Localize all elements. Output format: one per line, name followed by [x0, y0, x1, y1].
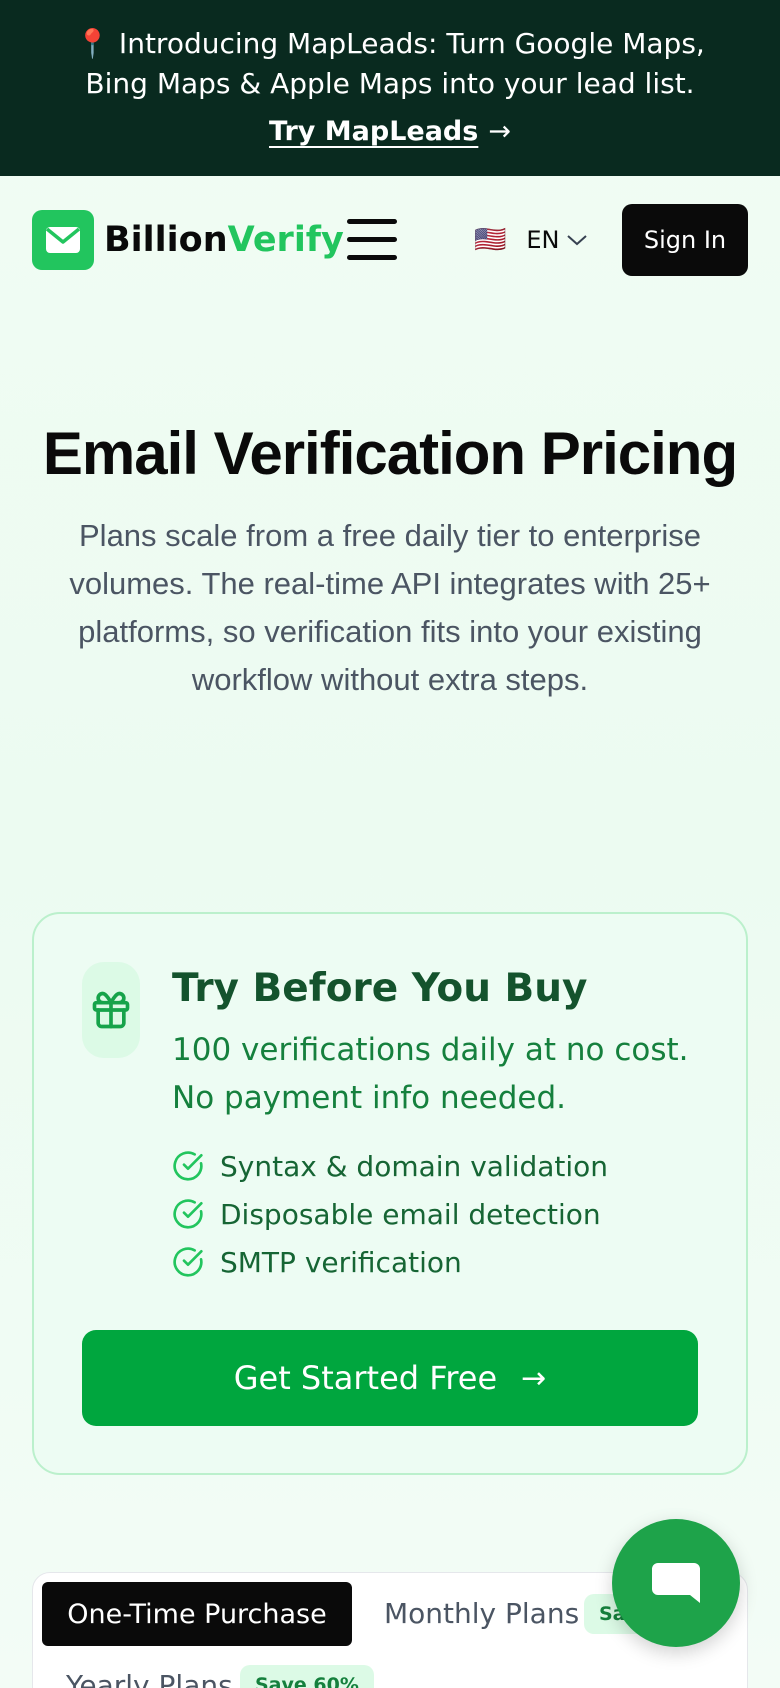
tab-yearly-plans[interactable]: Yearly Plans — [66, 1668, 233, 1688]
feature-label: SMTP verification — [220, 1245, 462, 1279]
announcement-text: 📍 Introducing MapLeads: Turn Google Maps… — [75, 27, 705, 100]
feature-item: SMTP verification — [172, 1244, 462, 1280]
sign-in-button[interactable]: Sign In — [622, 204, 748, 276]
gift-icon-container — [82, 962, 140, 1058]
tab-monthly-plans[interactable]: Monthly Plans — [384, 1596, 579, 1632]
language-code: EN — [526, 226, 560, 254]
check-circle-icon — [173, 1151, 203, 1181]
cta-label: Get Started Free — [233, 1359, 498, 1397]
hamburger-icon[interactable] — [347, 219, 397, 261]
chat-bubble-icon — [652, 1563, 700, 1603]
trial-description: 100 verifications daily at no cost. No p… — [172, 1032, 689, 1116]
get-started-free-button[interactable]: Get Started Free → — [82, 1330, 698, 1426]
feature-label: Syntax & domain validation — [220, 1149, 609, 1183]
language-selector[interactable]: 🇺🇸 EN — [474, 222, 588, 258]
brand-part-verify: Verify — [227, 220, 344, 260]
yearly-save-badge: Save 60% — [240, 1665, 374, 1688]
try-mapleads-link[interactable]: Try MapLeads → — [0, 112, 780, 152]
chevron-down-icon — [566, 235, 587, 246]
us-flag-icon: 🇺🇸 — [474, 225, 507, 255]
logo-mail-icon[interactable] — [32, 210, 94, 270]
arrow-right-icon: → — [521, 1360, 547, 1396]
mail-icon — [45, 227, 81, 253]
tab-one-time-purchase[interactable]: One-Time Purchase — [42, 1582, 352, 1646]
gift-icon — [92, 991, 130, 1029]
arrow-right-icon: → — [488, 116, 511, 147]
try-mapleads-label[interactable]: Try MapLeads — [269, 116, 478, 147]
feature-item: Disposable email detection — [172, 1196, 601, 1232]
announcement-bar: 📍 Introducing MapLeads: Turn Google Maps… — [0, 0, 780, 176]
chat-button[interactable] — [612, 1519, 740, 1647]
page-subtitle: Plans scale from a free daily tier to en… — [69, 518, 711, 697]
trial-title: Try Before You Buy — [172, 966, 588, 1011]
check-circle-icon — [173, 1199, 203, 1229]
page-title: Email Verification Pricing — [42, 420, 738, 487]
feature-item: Syntax & domain validation — [172, 1148, 608, 1184]
feature-label: Disposable email detection — [220, 1197, 601, 1231]
brand-part-billion: Billion — [104, 220, 228, 260]
check-circle-icon — [173, 1247, 203, 1277]
brand-name[interactable]: BillionVerify — [104, 218, 344, 262]
